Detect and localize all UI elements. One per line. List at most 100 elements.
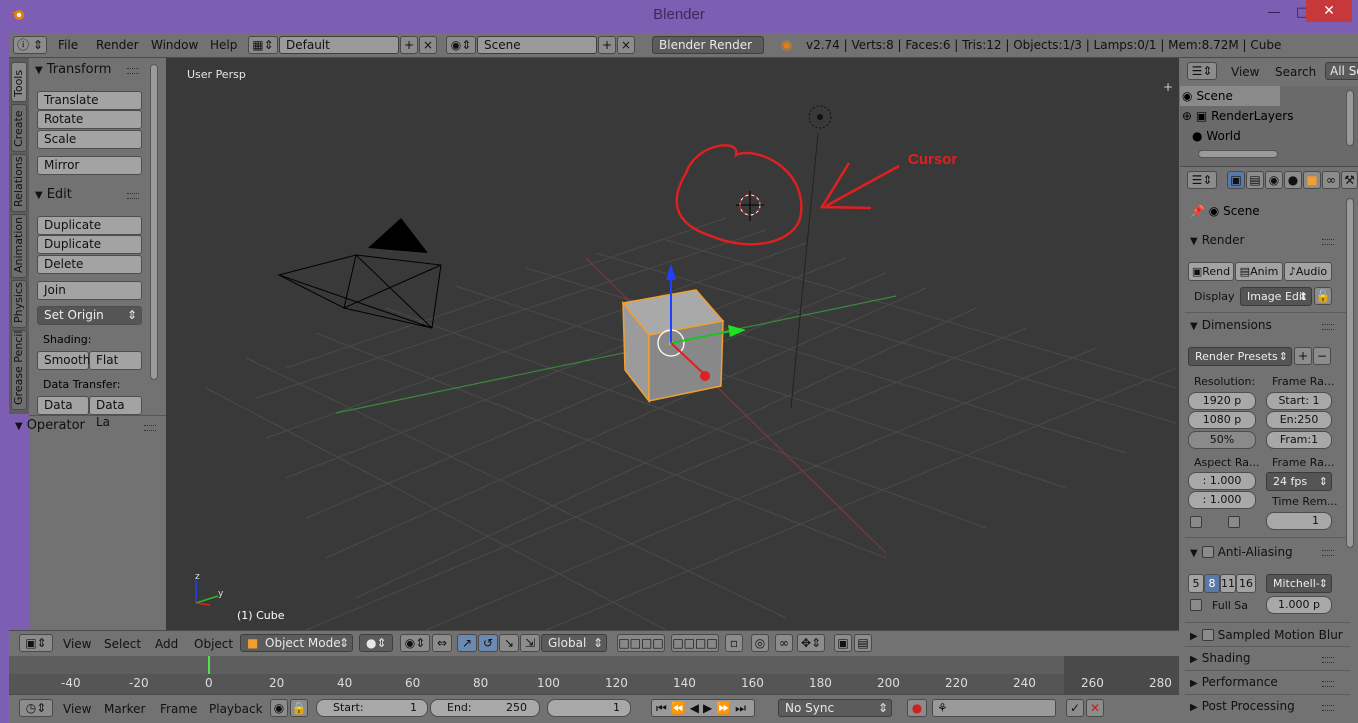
- duplicate-button[interactable]: Duplicate: [37, 216, 142, 235]
- sync-select[interactable]: No Sync ⇕: [778, 699, 892, 717]
- panel-grip-icon[interactable]: [127, 193, 139, 199]
- panel-grip-icon[interactable]: [1322, 657, 1334, 663]
- scale-button[interactable]: Scale: [37, 130, 142, 149]
- edit-panel-header[interactable]: ▼ Edit: [35, 187, 72, 202]
- playback-controls[interactable]: ⏮⏪◀▶⏩⏭: [651, 699, 755, 717]
- menu-marker[interactable]: Marker: [104, 702, 145, 716]
- lock-layers-icon[interactable]: ▫: [725, 634, 743, 652]
- anti-aliasing-checkbox[interactable]: [1201, 546, 1214, 558]
- aspect-x-field[interactable]: : 1.000: [1188, 472, 1256, 490]
- record-button[interactable]: ●: [907, 699, 927, 717]
- panel-grip-icon[interactable]: [1322, 681, 1334, 687]
- aa-samples-5[interactable]: 5: [1188, 574, 1204, 593]
- display-mode-select[interactable]: All Sc: [1325, 62, 1358, 80]
- menu-object[interactable]: Object: [194, 637, 233, 651]
- pivot-select[interactable]: ◉⇕: [400, 634, 430, 652]
- flat-button[interactable]: Flat: [89, 351, 142, 370]
- menu-view[interactable]: View: [63, 637, 91, 651]
- preset-remove-button[interactable]: −: [1313, 347, 1331, 365]
- lock-icon[interactable]: 🔒: [290, 699, 308, 717]
- aa-samples-8[interactable]: 8: [1204, 574, 1220, 593]
- operator-panel-header[interactable]: ▼ Operator: [15, 418, 85, 433]
- aa-filter-select[interactable]: Mitchell- ⇕: [1266, 574, 1332, 593]
- motion-blur-checkbox[interactable]: [1201, 629, 1214, 641]
- render-audio-button[interactable]: ♪Audio: [1284, 262, 1332, 281]
- scene-tab-icon[interactable]: ◉: [1265, 171, 1283, 189]
- resolution-x-field[interactable]: 1920 p: [1188, 392, 1256, 410]
- frame-start-field[interactable]: Start: 1: [1266, 392, 1332, 410]
- render-anim-button[interactable]: ▤Anim: [1235, 262, 1283, 281]
- panel-grip-icon[interactable]: [1322, 239, 1334, 245]
- panel-grip-icon[interactable]: [1322, 324, 1334, 330]
- insert-keyframe-icon[interactable]: ✓: [1066, 699, 1084, 717]
- layout-remove-button[interactable]: ×: [419, 36, 437, 54]
- manipulator-toggle[interactable]: ⇔: [432, 634, 452, 652]
- preset-add-button[interactable]: +: [1294, 347, 1312, 365]
- editor-type-button[interactable]: ⓘ ⇕: [13, 36, 47, 54]
- frame-end-field[interactable]: En:250: [1266, 411, 1332, 429]
- outliner-item-renderlayers[interactable]: ⊕ ▣ RenderLayers: [1182, 109, 1294, 123]
- render-still-button[interactable]: ▣Rend: [1188, 262, 1234, 281]
- mode-select[interactable]: Object Mode ■ ⇕: [240, 634, 353, 652]
- editor-type-button[interactable]: ▣⇕: [19, 634, 53, 652]
- panel-grip-icon[interactable]: [1322, 550, 1334, 556]
- panel-grip-icon[interactable]: [127, 68, 139, 74]
- editor-type-button[interactable]: ☰⇕: [1187, 171, 1217, 189]
- snap-element-select[interactable]: ✥⇕: [797, 634, 825, 652]
- menu-playback[interactable]: Playback: [209, 702, 263, 716]
- properties-scrollbar[interactable]: [1346, 198, 1354, 548]
- render-presets-select[interactable]: Render Presets ⇕: [1188, 347, 1292, 366]
- end-frame-field[interactable]: End: 250: [430, 699, 540, 717]
- border-checkbox[interactable]: [1190, 516, 1202, 528]
- rotate-manipulator-icon[interactable]: ↺: [478, 634, 498, 652]
- menu-frame[interactable]: Frame: [160, 702, 197, 716]
- keying-set-field[interactable]: ⚘: [932, 699, 1056, 717]
- outliner-item-world[interactable]: ● World: [1192, 129, 1241, 143]
- menu-add[interactable]: Add: [155, 637, 178, 651]
- duplicate-linked-button[interactable]: Duplicate Linked: [37, 235, 142, 268]
- panel-grip-icon[interactable]: [1322, 705, 1334, 711]
- time-remap-field[interactable]: 1: [1266, 512, 1332, 530]
- menu-select[interactable]: Select: [104, 637, 141, 651]
- editor-type-button[interactable]: ◷⇕: [19, 699, 53, 717]
- data-button[interactable]: Data: [37, 396, 89, 415]
- resolution-percent-field[interactable]: 50%: [1188, 431, 1256, 449]
- translate-button[interactable]: Translate: [37, 91, 142, 110]
- outliner-vscroll[interactable]: [1346, 90, 1354, 146]
- scale-manipulator-icon[interactable]: ↘: [499, 634, 519, 652]
- timeline[interactable]: -40 -20 0 20 40 60 80 100 120 140 160 18…: [9, 656, 1179, 694]
- shading-panel-header[interactable]: ▶ Shading: [1190, 651, 1250, 665]
- performance-panel-header[interactable]: ▶ Performance: [1190, 675, 1278, 689]
- tab-create[interactable]: Create: [11, 104, 27, 152]
- properties-toggle-icon[interactable]: +: [1163, 80, 1173, 94]
- data-layout-button[interactable]: Data La: [89, 396, 142, 429]
- delete-keyframe-icon[interactable]: ✕: [1086, 699, 1104, 717]
- layer-buttons-1[interactable]: □□□□: [617, 634, 665, 652]
- lock-interface-icon[interactable]: 🔓: [1314, 287, 1332, 305]
- panel-grip-icon[interactable]: [144, 425, 156, 431]
- tab-physics[interactable]: Physics: [11, 280, 27, 328]
- object-tab-icon[interactable]: ■: [1303, 171, 1321, 189]
- minimize-button[interactable]: —: [1260, 2, 1288, 24]
- current-frame-field[interactable]: 1: [547, 699, 631, 717]
- scale-box-icon[interactable]: ⇲: [520, 634, 540, 652]
- pin-icon[interactable]: 📌: [1190, 204, 1205, 218]
- scene-remove-button[interactable]: ×: [617, 36, 635, 54]
- aa-samples-16[interactable]: 16: [1236, 574, 1256, 593]
- layer-buttons-2[interactable]: □□□□: [671, 634, 719, 652]
- proportional-edit-icon[interactable]: ◎: [751, 634, 769, 652]
- menu-render[interactable]: Render: [96, 38, 139, 52]
- scene-add-button[interactable]: +: [598, 36, 616, 54]
- join-button[interactable]: Join: [37, 281, 142, 300]
- lamp-object[interactable]: [808, 105, 832, 129]
- tab-animation[interactable]: Animation: [11, 214, 27, 278]
- smooth-button[interactable]: Smooth: [37, 351, 90, 370]
- transform-panel-header[interactable]: ▼ Transform: [35, 62, 111, 77]
- render-panel-header[interactable]: ▼ Render: [1190, 233, 1244, 247]
- resolution-y-field[interactable]: 1080 p: [1188, 411, 1256, 429]
- render-tab-icon[interactable]: ▣: [1227, 171, 1245, 189]
- 3d-cursor-icon[interactable]: [736, 191, 764, 221]
- rotate-button[interactable]: Rotate: [37, 110, 142, 129]
- current-frame-marker[interactable]: [208, 656, 210, 674]
- 3d-viewport[interactable]: z y User Persp (1) Cube Cursor +: [166, 58, 1179, 630]
